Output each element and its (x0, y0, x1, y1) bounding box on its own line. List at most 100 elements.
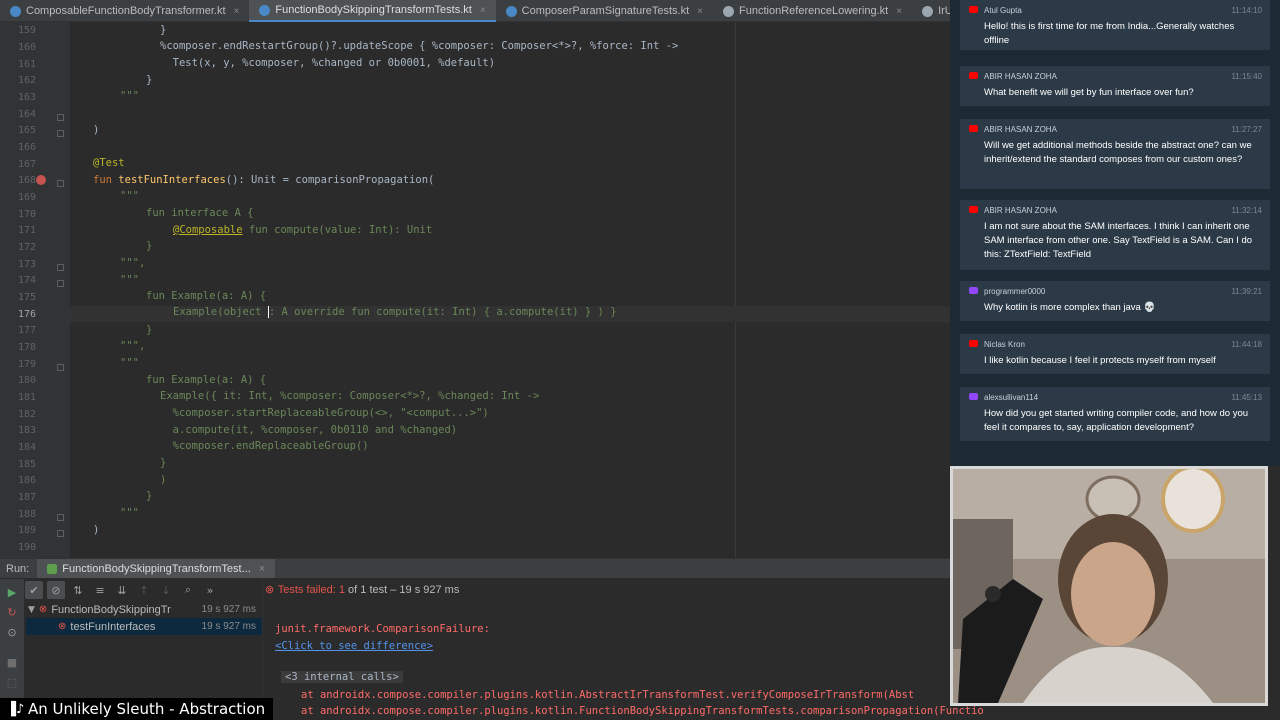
chat-message: programmer0000 11:39:21 Why kotlin is mo… (960, 281, 1270, 321)
fold-marker-icon[interactable] (57, 264, 64, 271)
tab-label: ComposableFunctionBodyTransformer.kt (26, 5, 226, 17)
youtube-icon (969, 125, 978, 132)
test-tree-row-class[interactable]: ▼ ⊗ FunctionBodySkippingTr 19 s 927 ms (26, 601, 262, 618)
line-number: 161 (17, 59, 36, 70)
fold-marker-icon[interactable] (57, 530, 64, 537)
close-tab-icon[interactable]: × (480, 5, 486, 16)
test-output-pane[interactable]: ⊗ Tests failed: 1 of 1 test – 19 s 927 m… (262, 579, 984, 720)
stop-icon[interactable]: ■ (5, 656, 19, 670)
more-actions-icon[interactable]: » (201, 581, 219, 599)
rerun-icon[interactable]: ▶ (5, 586, 19, 600)
chat-message: alexsullivan114 11:45:13 How did you get… (960, 387, 1270, 441)
chat-timestamp: 11:27:27 (1231, 125, 1262, 134)
chat-text: How did you get started writing compiler… (984, 408, 1249, 433)
test-duration: 19 s 927 ms (201, 621, 256, 632)
previous-failed-icon[interactable]: ↑ (135, 581, 153, 599)
chat-text: I am not sure about the SAM interfaces. … (984, 221, 1253, 260)
fold-marker-icon[interactable] (57, 130, 64, 137)
chat-timestamp: 11:45:13 (1231, 393, 1262, 402)
music-note-icon: ▐♪ (6, 701, 25, 717)
stack-trace-line: at androidx.compose.compiler.plugins.kot… (301, 689, 915, 701)
tab-label: FunctionReferenceLowering.kt (739, 5, 889, 17)
line-number: 185 (17, 459, 36, 470)
tab-function-reference-lowering[interactable]: FunctionReferenceLowering.kt × (713, 0, 912, 22)
close-tab-icon[interactable]: × (697, 6, 703, 17)
test-tree-row-method[interactable]: ⊗ testFunInterfaces 19 s 927 ms (26, 618, 262, 635)
line-number: 190 (17, 542, 36, 553)
next-failed-icon[interactable]: ↓ (157, 581, 175, 599)
fold-marker-icon[interactable] (57, 180, 64, 187)
twitch-icon (969, 287, 978, 294)
run-header: Run: FunctionBodySkippingTransformTest..… (0, 559, 950, 578)
rerun-failed-icon[interactable]: ↻ (5, 606, 19, 620)
run-test-gutter-icon[interactable] (36, 175, 46, 185)
run-config-tab[interactable]: FunctionBodySkippingTransformTest... × (37, 559, 276, 578)
code-line: """ (120, 90, 139, 102)
code-line: """ (120, 274, 139, 286)
class-file-icon (922, 5, 934, 17)
code-editor[interactable]: 159 160 161 162 163 164 165 166 167 168 … (0, 22, 950, 558)
youtube-icon (969, 340, 978, 347)
code-line-current: Example(object : A override fun compute(… (70, 306, 950, 322)
line-number: 184 (17, 442, 36, 453)
chat-message: ABIR HASAN ZOHA 11:27:27 Will we get add… (960, 119, 1270, 189)
code-line: """, (120, 257, 146, 269)
test-class-label: FunctionBodySkippingTr (51, 603, 171, 616)
twitch-icon (969, 393, 978, 400)
line-number: 159 (17, 25, 36, 36)
code-line: Test(x, y, %composer, %changed or 0b0001… (160, 57, 496, 69)
fold-marker-icon[interactable] (57, 114, 64, 121)
tab-function-body-skipping-transform-tests[interactable]: FunctionBodySkippingTransformTests.kt × (249, 0, 496, 22)
line-number: 164 (17, 109, 36, 120)
code-line: } (160, 24, 167, 36)
output-error-line: junit.framework.ComparisonFailure: (275, 623, 490, 635)
code-line: """ (120, 357, 139, 369)
chat-text: Will we get additional methods beside th… (984, 140, 1252, 165)
search-icon[interactable]: ⌕ (179, 581, 197, 599)
right-margin-guide (735, 22, 736, 558)
code-line: } (160, 457, 167, 469)
close-tab-icon[interactable]: × (234, 6, 240, 17)
code-line: } (146, 490, 153, 502)
restore-layout-icon[interactable]: ⬚ (5, 676, 19, 690)
sort-by-duration-icon[interactable]: ≡ (91, 581, 109, 599)
line-number: 170 (17, 209, 36, 220)
collapse-all-icon[interactable]: ⇊ (113, 581, 131, 599)
toggle-auto-test-icon[interactable]: ⊙ (5, 626, 19, 640)
line-number: 172 (17, 242, 36, 253)
chat-author: programmer0000 (984, 287, 1046, 296)
show-ignored-icon[interactable]: ⊘ (47, 581, 65, 599)
fold-marker-icon[interactable] (57, 514, 64, 521)
sort-alphabetically-icon[interactable]: ⇅ (69, 581, 87, 599)
line-number: 173 (17, 259, 36, 270)
line-number: 166 (17, 142, 36, 153)
chat-timestamp: 11:32:14 (1231, 206, 1262, 215)
chat-message: ABIR HASAN ZOHA 11:32:14 I am not sure a… (960, 200, 1270, 270)
chat-author: alexsullivan114 (984, 393, 1039, 402)
youtube-icon (969, 6, 978, 13)
tab-composable-function-body-transformer[interactable]: ComposableFunctionBodyTransformer.kt × (0, 0, 249, 22)
folded-internal-calls[interactable]: <3 internal calls> (281, 671, 403, 683)
show-passed-icon[interactable]: ✔ (25, 581, 43, 599)
close-run-tab-icon[interactable]: × (259, 563, 265, 575)
line-number: 167 (17, 159, 36, 170)
code-line: Example({ it: Int, %composer: Composer<*… (160, 390, 540, 402)
webcam-video (953, 469, 1265, 703)
youtube-icon (969, 72, 978, 79)
chat-timestamp: 11:44:18 (1231, 340, 1262, 349)
line-number: 188 (17, 509, 36, 520)
code-line: fun Example(a: A) { (146, 290, 267, 302)
chat-text: What benefit we will get by fun interfac… (984, 87, 1194, 98)
fold-marker-icon[interactable] (57, 280, 64, 287)
tab-composer-param-signature-tests[interactable]: ComposerParamSignatureTests.kt × (496, 0, 713, 22)
click-to-see-difference-link[interactable]: <Click to see difference> (275, 640, 433, 652)
chat-author: ABIR HASAN ZOHA (984, 206, 1057, 215)
code-line: %composer.startReplaceableGroup(<>, "<co… (160, 407, 489, 419)
expand-chevron-icon[interactable]: ▼ (28, 605, 35, 615)
chat-author: Niclas Kron (984, 340, 1025, 349)
close-tab-icon[interactable]: × (896, 6, 902, 17)
line-number: 189 (17, 525, 36, 536)
fold-marker-icon[interactable] (57, 364, 64, 371)
code-line: fun testFunInterfaces(): Unit = comparis… (93, 174, 435, 186)
line-number: 171 (17, 225, 36, 236)
